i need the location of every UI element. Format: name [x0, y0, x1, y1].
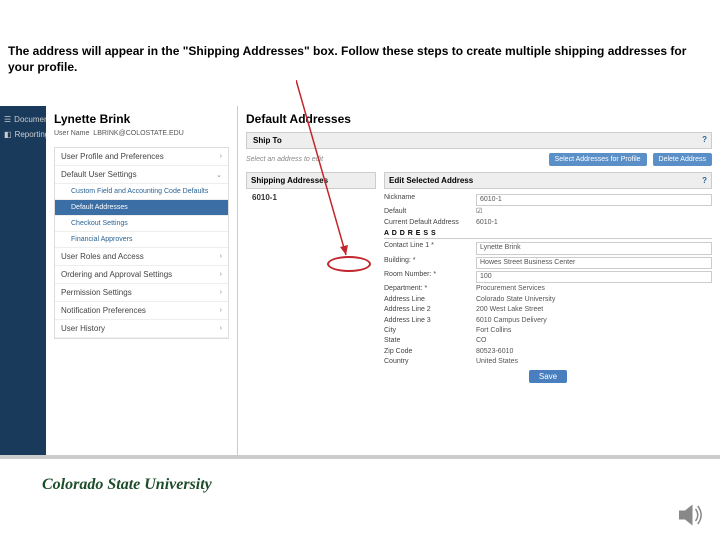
select-addresses-button[interactable]: Select Addresses for Profile	[549, 153, 647, 166]
al2-value: 200 West Lake Street	[476, 306, 712, 314]
save-button[interactable]: Save	[529, 370, 567, 383]
nav-documents[interactable]: ☰Documents	[0, 112, 46, 127]
csu-logo: Colorado State University	[42, 476, 212, 494]
building-field[interactable]: Howes Street Business Center	[476, 257, 712, 269]
room-label: Room Number: *	[384, 271, 476, 283]
speaker-icon	[676, 500, 706, 530]
menu-default-user-settings[interactable]: Default User Settings⌄	[55, 166, 228, 184]
user-name-line: User Name LBRINK@COLOSTATE.EDU	[54, 130, 229, 137]
country-label: Country	[384, 358, 476, 366]
main-panel: Default Addresses Ship To? Select an add…	[238, 106, 720, 458]
building-label: Building: *	[384, 257, 476, 269]
nickname-field[interactable]: 6010-1	[476, 194, 712, 206]
address-section-header: A D D R E S S	[384, 228, 712, 239]
left-nav: ☰Documents ◧Reporting	[0, 106, 46, 458]
delete-address-button[interactable]: Delete Address	[653, 153, 712, 166]
al2-label: Address Line 2	[384, 306, 476, 314]
al3-label: Address Line 3	[384, 317, 476, 325]
current-default-label: Current Default Address	[384, 219, 476, 227]
al-value: Colorado State University	[476, 296, 712, 304]
state-label: State	[384, 337, 476, 345]
zip-value: 80523-6010	[476, 348, 712, 356]
menu-user-profile[interactable]: User Profile and Preferences›	[55, 148, 228, 166]
menu-custom-field[interactable]: Custom Field and Accounting Code Default…	[55, 184, 228, 200]
dept-label: Department: *	[384, 285, 476, 293]
profile-sidebar: Lynette Brink User Name LBRINK@COLOSTATE…	[46, 106, 238, 458]
city-label: City	[384, 327, 476, 335]
app-screenshot: ☰Documents ◧Reporting Lynette Brink User…	[0, 106, 720, 458]
nav-reporting[interactable]: ◧Reporting	[0, 127, 46, 142]
default-label: Default	[384, 208, 476, 216]
chevron-right-icon: ›	[220, 307, 222, 314]
edit-selected-address-box: Edit Selected Address? Nickname6010-1 De…	[384, 172, 712, 387]
menu-notification-prefs[interactable]: Notification Preferences›	[55, 302, 228, 320]
select-prompt: Select an address to edit	[246, 156, 323, 163]
chevron-right-icon: ›	[220, 289, 222, 296]
address-entry[interactable]: 6010-1	[246, 189, 376, 206]
footer-divider	[0, 455, 720, 459]
chevron-right-icon: ›	[220, 271, 222, 278]
chevron-right-icon: ›	[220, 253, 222, 260]
chevron-right-icon: ›	[220, 325, 222, 332]
contact-line-label: Contact Line 1 *	[384, 242, 476, 254]
menu-ordering-approval[interactable]: Ordering and Approval Settings›	[55, 266, 228, 284]
chevron-down-icon: ⌄	[216, 171, 222, 179]
help-icon[interactable]: ?	[702, 176, 707, 185]
menu-checkout-settings[interactable]: Checkout Settings	[55, 216, 228, 232]
profile-name: Lynette Brink	[54, 112, 229, 126]
nav-reporting-label: Reporting	[15, 130, 50, 139]
room-field[interactable]: 100	[476, 271, 712, 283]
edit-address-header: Edit Selected Address?	[384, 172, 712, 189]
contact-line-field[interactable]: Lynette Brink	[476, 242, 712, 254]
shipping-addresses-header: Shipping Addresses	[246, 172, 376, 189]
al-label: Address Line	[384, 296, 476, 304]
menu-financial-approvers[interactable]: Financial Approvers	[55, 232, 228, 248]
default-checkbox[interactable]: ☑	[476, 208, 712, 216]
current-default-value: 6010-1	[476, 219, 712, 227]
al3-value: 6010 Campus Delivery	[476, 317, 712, 325]
chevron-right-icon: ›	[220, 153, 222, 160]
shipping-addresses-box: Shipping Addresses 6010-1	[246, 172, 376, 387]
city-value: Fort Collins	[476, 327, 712, 335]
dept-value: Procurement Services	[476, 285, 712, 293]
help-icon[interactable]: ?	[702, 135, 707, 144]
address-form: Nickname6010-1 Default☑ Current Default …	[384, 189, 712, 387]
country-value: United States	[476, 358, 712, 366]
ship-to-tab[interactable]: Ship To?	[246, 132, 712, 149]
action-row: Select an address to edit Select Address…	[246, 149, 712, 172]
menu-permission-settings[interactable]: Permission Settings›	[55, 284, 228, 302]
reporting-icon: ◧	[4, 130, 12, 139]
settings-menu: User Profile and Preferences› Default Us…	[54, 147, 229, 339]
content-row: Shipping Addresses 6010-1 Edit Selected …	[246, 172, 712, 387]
menu-user-roles[interactable]: User Roles and Access›	[55, 248, 228, 266]
menu-user-history[interactable]: User History›	[55, 320, 228, 338]
documents-icon: ☰	[4, 115, 11, 124]
zip-label: Zip Code	[384, 348, 476, 356]
page-title: Default Addresses	[246, 112, 712, 126]
instruction-text: The address will appear in the "Shipping…	[8, 44, 712, 75]
menu-default-addresses[interactable]: Default Addresses	[55, 200, 228, 216]
nickname-label: Nickname	[384, 194, 476, 206]
state-value: CO	[476, 337, 712, 345]
